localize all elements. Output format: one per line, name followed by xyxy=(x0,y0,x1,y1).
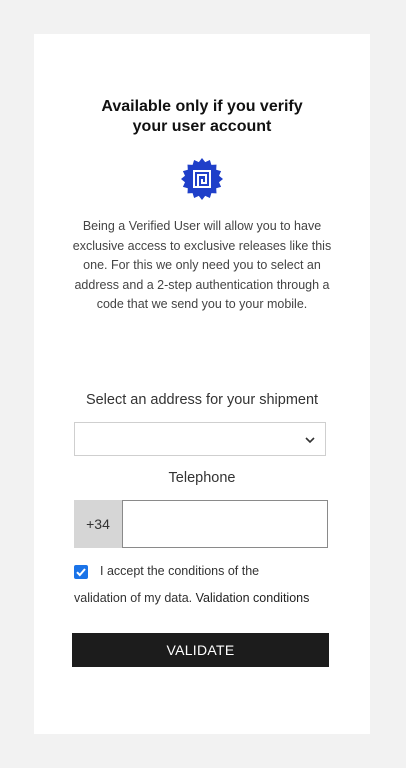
phone-input[interactable] xyxy=(122,500,328,548)
accept-text-line2: validation of my data. xyxy=(74,591,193,605)
accept-checkbox[interactable] xyxy=(74,565,88,579)
chevron-down-icon xyxy=(305,437,315,444)
accept-text-continued: validation of my data. Validation condit… xyxy=(74,591,334,605)
validation-conditions-link[interactable]: Validation conditions xyxy=(196,591,310,605)
accept-text: I accept the conditions of the xyxy=(100,564,260,578)
telephone-label: Telephone xyxy=(168,470,236,486)
verification-card: Available only if you verify your user a… xyxy=(34,34,370,734)
address-select[interactable] xyxy=(74,422,326,456)
verified-badge-icon xyxy=(179,157,225,203)
validate-button[interactable]: VALIDATE xyxy=(72,633,329,667)
verify-description: Being a Verified User will allow you to … xyxy=(72,219,332,311)
phone-prefix: +34 xyxy=(74,500,122,548)
address-label: Select an address for your shipment xyxy=(85,392,319,408)
verify-title: Available only if you verify your user a… xyxy=(101,98,303,135)
checkmark-icon xyxy=(76,568,86,577)
